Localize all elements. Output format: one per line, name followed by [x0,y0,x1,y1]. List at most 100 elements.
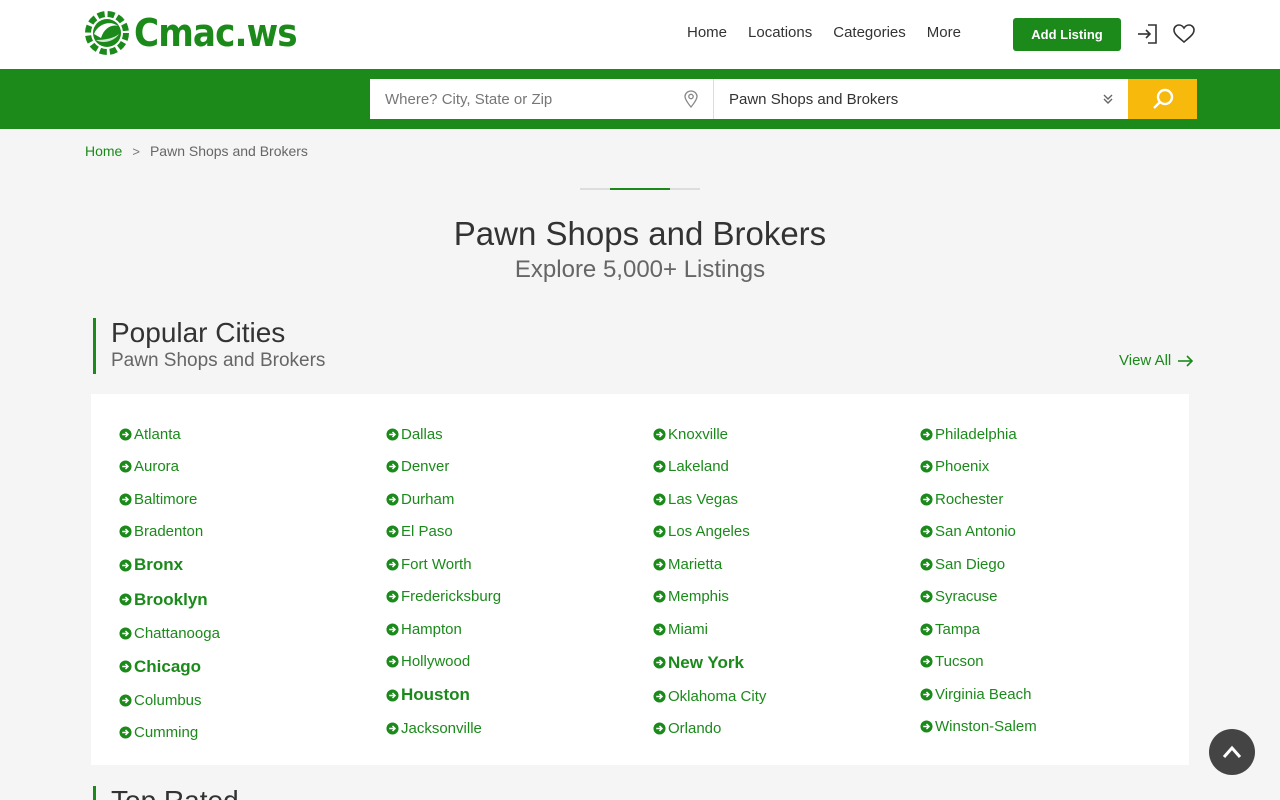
city-link[interactable]: Los Angeles [653,516,766,549]
double-chevron-down-icon [1103,94,1113,104]
city-name: Phoenix [935,458,990,476]
city-link[interactable]: Oklahoma City [653,680,766,713]
circle-arrow-right-icon [653,428,666,441]
city-link[interactable]: Phoenix [920,451,1037,484]
circle-arrow-right-icon [920,655,933,668]
circle-arrow-right-icon [386,493,399,506]
page-title: Pawn Shops and Brokers [453,215,827,252]
city-link[interactable]: Cumming [119,717,220,750]
add-listing-button[interactable]: Add Listing [1013,18,1121,51]
cities-column-2: Dallas Denver Durham El Paso Fort Worth Frede… [386,418,501,745]
city-name: Dallas [401,425,443,443]
view-all-link[interactable]: View All [1119,352,1194,369]
heart-icon[interactable] [1172,22,1196,46]
city-link[interactable]: Winston-Salem [920,711,1037,744]
city-link[interactable]: Tampa [920,613,1037,646]
circle-arrow-right-icon [653,590,666,603]
city-link[interactable]: Philadelphia [920,418,1037,451]
city-link[interactable]: Jacksonville [386,713,501,746]
city-name: Jacksonville [401,720,482,738]
city-name: Tucson [935,653,984,671]
login-icon[interactable] [1135,22,1159,46]
city-link[interactable]: Chicago [119,650,220,685]
circle-arrow-right-icon [386,525,399,538]
city-link[interactable]: Knoxville [653,418,766,451]
city-name: Winston-Salem [935,718,1037,736]
city-link[interactable]: Bradenton [119,516,220,549]
city-name: Rochester [935,490,1004,508]
city-link[interactable]: Fort Worth [386,548,501,581]
circle-arrow-right-icon [653,656,666,669]
city-name: Hampton [401,620,462,638]
scroll-to-top-button[interactable] [1209,729,1255,775]
city-link[interactable]: Syracuse [920,581,1037,614]
city-link[interactable]: Virginia Beach [920,678,1037,711]
city-link[interactable]: Las Vegas [653,483,766,516]
main-nav: Home Locations Categories More [687,24,982,41]
circle-arrow-right-icon [386,722,399,735]
city-link[interactable]: Hampton [386,613,501,646]
city-name: Philadelphia [935,425,1017,443]
search-icon [1152,88,1173,109]
city-link[interactable]: Dallas [386,418,501,451]
city-link[interactable]: Tucson [920,646,1037,679]
city-link[interactable]: Miami [653,613,766,646]
nav-more[interactable]: More [927,24,961,41]
search-button[interactable] [1128,79,1197,119]
breadcrumb-separator: > [132,143,140,159]
city-link[interactable]: Rochester [920,483,1037,516]
city-link[interactable]: New York [653,646,766,681]
city-link[interactable]: Aurora [119,451,220,484]
city-link[interactable]: Houston [386,678,501,713]
city-link[interactable]: Orlando [653,713,766,746]
city-link[interactable]: Marietta [653,548,766,581]
city-link[interactable]: Lakeland [653,451,766,484]
city-link[interactable]: Fredericksburg [386,581,501,614]
nav-home[interactable]: Home [687,24,727,41]
circle-arrow-right-icon [386,428,399,441]
circle-arrow-right-icon [119,660,132,673]
city-name: Brooklyn [134,589,208,609]
circle-arrow-right-icon [386,689,399,702]
city-name: Marietta [668,555,723,573]
location-input[interactable] [370,79,660,119]
nav-locations[interactable]: Locations [748,24,812,41]
circle-arrow-right-icon [119,726,132,739]
city-link[interactable]: Hollywood [386,646,501,679]
city-link[interactable]: Durham [386,483,501,516]
city-link[interactable]: Brooklyn [119,583,220,618]
city-name: Fredericksburg [401,588,502,606]
circle-arrow-right-icon [653,493,666,506]
city-link[interactable]: San Diego [920,548,1037,581]
city-link[interactable]: Columbus [119,684,220,717]
nav-categories[interactable]: Categories [833,24,906,41]
city-name: El Paso [401,523,453,541]
breadcrumb: Home > Pawn Shops and Brokers [85,143,308,159]
city-link[interactable]: Memphis [653,581,766,614]
city-name: Virginia Beach [935,685,1032,703]
site-header: Cmac.ws Home Locations Categories More A… [0,0,1280,69]
city-name: Houston [401,685,470,705]
popular-cities-header: Popular Cities Pawn Shops and Brokers [93,318,325,374]
city-link[interactable]: Baltimore [119,483,220,516]
city-name: Orlando [668,720,722,738]
cities-column-1: Atlanta Aurora Baltimore Bradenton Bronx Broo… [119,418,220,749]
city-link[interactable]: San Antonio [920,516,1037,549]
city-name: Los Angeles [668,523,750,541]
city-name: Hollywood [401,653,471,671]
category-select[interactable]: Pawn Shops and Brokers [714,79,1128,119]
category-select-value: Pawn Shops and Brokers [729,90,899,108]
breadcrumb-home[interactable]: Home [85,143,122,159]
circle-arrow-right-icon [386,590,399,603]
city-link[interactable]: Bronx [119,548,220,583]
site-logo[interactable]: Cmac.ws [84,8,315,58]
search-band: Pawn Shops and Brokers [0,69,1280,129]
city-link[interactable]: Atlanta [119,418,220,451]
circle-arrow-right-icon [653,460,666,473]
location-search [370,79,714,119]
city-link[interactable]: El Paso [386,516,501,549]
city-link[interactable]: Chattanooga [119,617,220,650]
logo-text: Cmac.ws [134,11,298,55]
circle-arrow-right-icon [920,720,933,733]
city-link[interactable]: Denver [386,451,501,484]
